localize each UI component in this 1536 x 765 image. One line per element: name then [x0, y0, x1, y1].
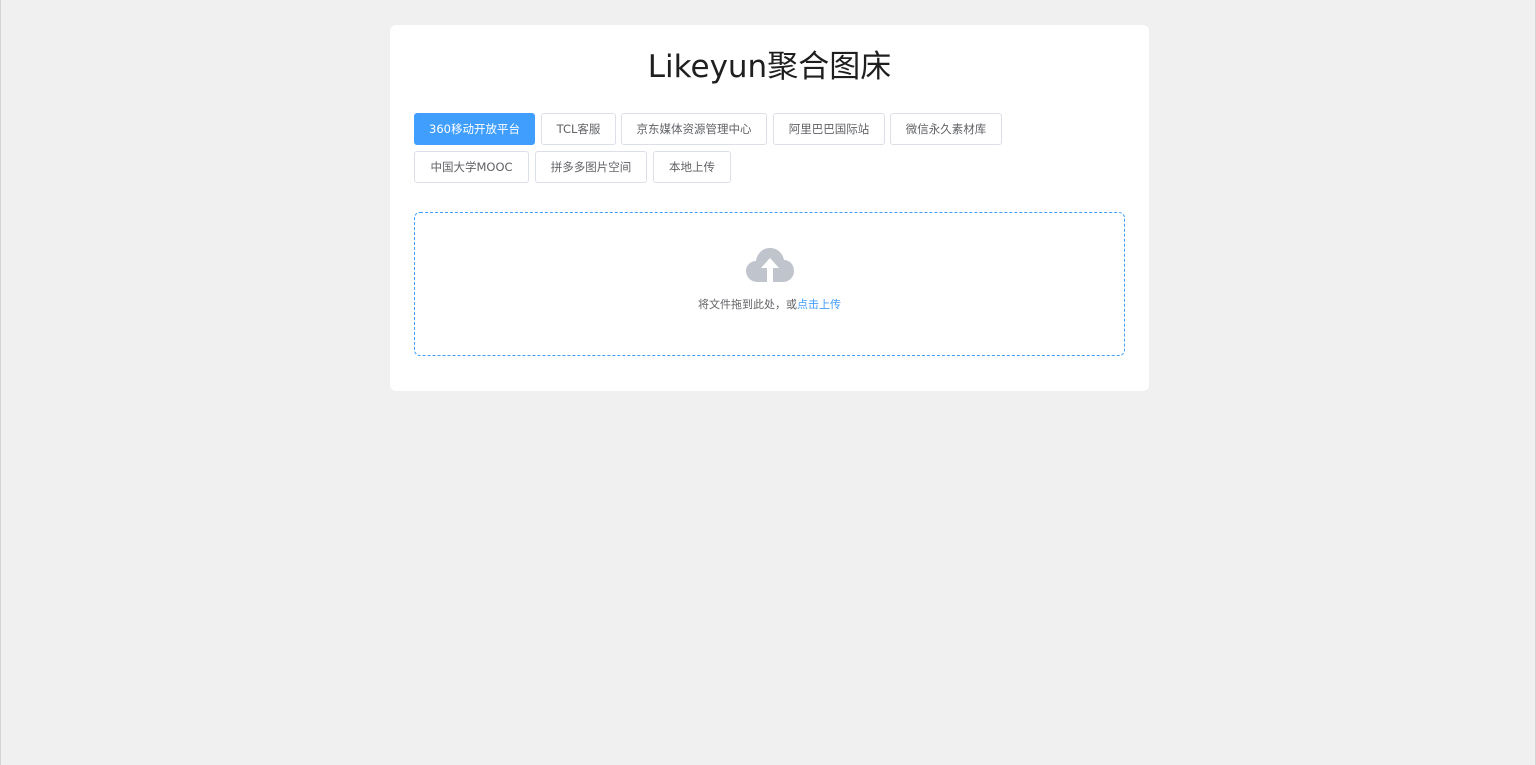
tab-mooc[interactable]: 中国大学MOOC	[414, 151, 529, 183]
click-upload-link[interactable]: 点击上传	[797, 298, 841, 311]
tab-alibaba[interactable]: 阿里巴巴国际站	[773, 113, 885, 145]
tab-360[interactable]: 360移动开放平台	[414, 113, 535, 145]
tab-wechat[interactable]: 微信永久素材库	[890, 113, 1002, 145]
upload-hint: 将文件拖到此处，或点击上传	[415, 297, 1124, 313]
tab-tcl[interactable]: TCL客服	[541, 113, 616, 145]
page: Likeyun聚合图床 360移动开放平台 TCL客服 京东媒体资源管理中心 阿…	[0, 0, 1536, 765]
tab-jd[interactable]: 京东媒体资源管理中心	[621, 113, 767, 145]
tab-pinduoduo[interactable]: 拼多多图片空间	[535, 151, 647, 183]
page-title: Likeyun聚合图床	[647, 49, 892, 85]
upload-dropzone[interactable]: 将文件拖到此处，或点击上传	[414, 212, 1125, 356]
tab-local-upload[interactable]: 本地上传	[653, 151, 731, 183]
main-card: Likeyun聚合图床 360移动开放平台 TCL客服 京东媒体资源管理中心 阿…	[390, 25, 1149, 391]
upload-hint-text: 将文件拖到此处，或	[698, 298, 797, 311]
cloud-upload-icon	[746, 248, 794, 282]
